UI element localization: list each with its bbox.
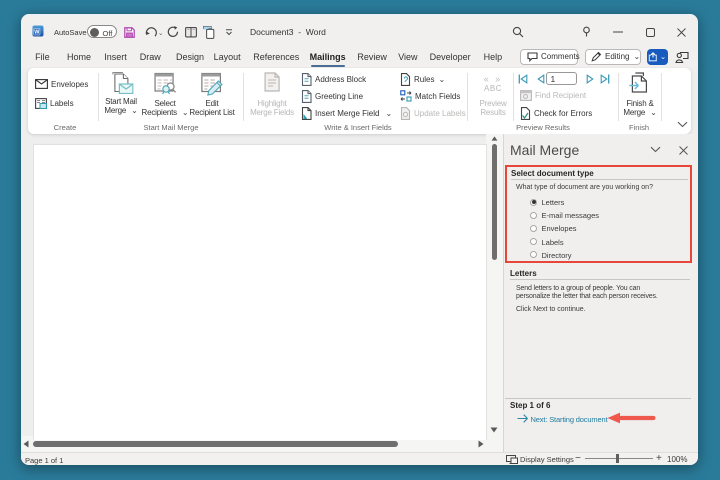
svg-text:W: W	[34, 29, 40, 35]
